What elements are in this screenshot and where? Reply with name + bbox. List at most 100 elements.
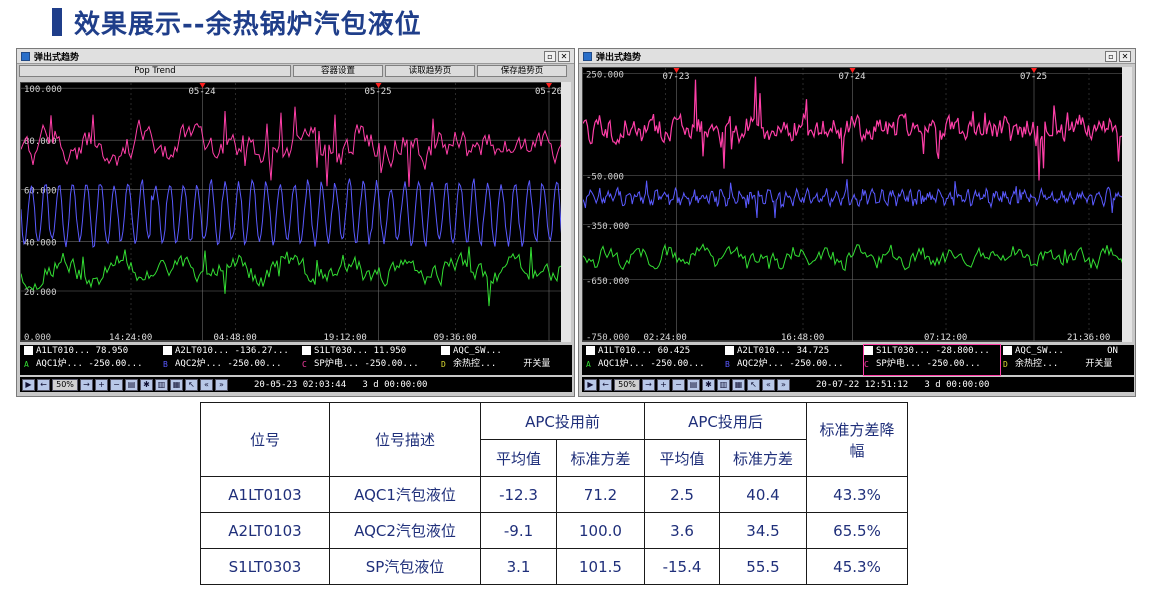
play-icon[interactable]: ▶ [22,378,35,391]
legend-letter: B [163,360,168,369]
print-icon[interactable]: ▥ [155,378,168,391]
series-line-c [21,106,569,187]
legend-tag: AQC_SW... [453,346,502,356]
table-row: A1LT0103 AQC1汽包液位 -12.3 71.2 2.5 40.4 43… [200,476,908,513]
checkbox-icon[interactable] [725,346,734,355]
legend-desc: AQC2炉... [175,359,222,369]
legend-item-b[interactable]: A2LT010... -136.27... B AQC2炉... -250.00… [163,345,299,375]
save-trend-page-button[interactable]: 保存趋势页 [477,65,567,77]
table-row: A2LT0103 AQC2汽包液位 -9.1 100.0 3.6 34.5 65… [200,512,908,549]
trend-plot-area[interactable]: 100.000 80.000 60.000 40.000 20.000 0.000 05-2… [20,82,570,342]
cell-tag: A2LT0103 [200,512,330,549]
zoom-out-icon[interactable]: − [110,378,123,391]
close-button[interactable]: ✕ [558,50,570,62]
rewind-icon[interactable]: « [762,378,775,391]
legend-desc: SP炉电... [876,359,922,369]
fast-forward-icon[interactable]: » [215,378,228,391]
rewind-icon[interactable]: « [200,378,213,391]
legend-desc: 余热控... [453,359,497,369]
header-after-mean: 平均值 [644,439,720,477]
legend-letter: D [1003,360,1008,369]
slide-title-text: 效果展示--余热锅炉汽包液位 [74,9,422,40]
read-trend-page-button[interactable]: 读取趋势页 [385,65,475,77]
trend-plot-area[interactable]: 250.000 -50.000 -350.000 -650.000 -750.000 07… [582,67,1132,342]
restore-button[interactable]: ▫ [1105,50,1117,62]
play-icon[interactable]: ▶ [584,378,597,391]
header-tag: 位号 [200,402,330,477]
document-icon[interactable]: ▤ [687,378,700,391]
cell-before-mean: 3.1 [480,548,557,585]
trend-legend: A1LT010... 78.950 A AQC1炉... -250.00... … [20,345,572,375]
trend-toolbar: Pop Trend 容器设置 读取趋势页 保存趋势页 [17,64,574,78]
zoom-in-icon[interactable]: + [657,378,670,391]
zoom-select[interactable]: 50% [52,378,78,391]
checkbox-icon[interactable] [441,346,450,355]
pop-trend-button[interactable]: Pop Trend [19,65,291,77]
cell-before-mean: -9.1 [480,512,557,549]
checkbox-icon[interactable] [24,346,33,355]
header-before-mean: 平均值 [480,439,557,477]
legend-item-b[interactable]: A2LT010... 34.725 B AQC2炉... -250.00... [725,345,861,375]
settings-icon[interactable]: ✱ [702,378,715,391]
zoom-out-icon[interactable]: − [672,378,685,391]
checkbox-icon[interactable] [864,346,873,355]
legend-letter: A [586,360,591,369]
legend-low: 开关量 [523,359,551,369]
date-tick-label: 07-23 [663,72,690,82]
cursor-icon[interactable]: ↖ [747,378,760,391]
legend-item-d[interactable]: AQC_SW... D 余热控... 开关量 [441,345,571,375]
time-tick-label: 04:48:00 [214,333,257,342]
export-icon[interactable]: ▦ [732,378,745,391]
y-tick-label: -750.000 [586,333,629,342]
settings-icon[interactable]: ✱ [140,378,153,391]
trend-window-left[interactable]: 弹出式趋势 ▫ ✕ Pop Trend 容器设置 读取趋势页 保存趋势页 100… [16,48,575,397]
legend-letter: C [302,360,307,369]
trend-span: 3 d 00:00:00 [924,379,990,390]
back-arrow-icon[interactable]: ← [599,378,612,391]
trend-span: 3 d 00:00:00 [362,379,428,390]
window-titlebar[interactable]: 弹出式趋势 ▫ ✕ [17,49,574,64]
legend-item-a[interactable]: A1LT010... 60.425 A AQC1炉... -250.00... [586,345,722,375]
cell-after-std: 40.4 [719,476,807,513]
legend-item-d[interactable]: AQC_SW... ON D 余热控... 开关量 [1003,345,1133,375]
forward-arrow-icon[interactable]: → [642,378,655,391]
cell-before-std: 100.0 [556,512,645,549]
fast-forward-icon[interactable]: » [777,378,790,391]
legend-item-a[interactable]: A1LT010... 78.950 A AQC1炉... -250.00... [24,345,160,375]
cell-desc: AQC1汽包液位 [329,476,481,513]
legend-item-c[interactable]: S1LT030... -28.800... C SP炉电... -250.00.… [863,344,1001,376]
checkbox-icon[interactable] [302,346,311,355]
header-after: APC投用后 [644,402,807,440]
container-settings-button[interactable]: 容器设置 [293,65,383,77]
checkbox-icon[interactable] [586,346,595,355]
back-arrow-icon[interactable]: ← [37,378,50,391]
checkbox-icon[interactable] [163,346,172,355]
legend-low: -250.00... [926,359,981,369]
date-tick-label: 05-24 [189,87,216,97]
legend-desc: AQC1炉... [36,359,83,369]
legend-low: -250.00... [227,359,282,369]
cursor-icon[interactable]: ↖ [185,378,198,391]
trend-window-right[interactable]: 弹出式趋势 ▫ ✕ 250.000 -50.000 -350.000 -650.000… [578,48,1136,397]
forward-arrow-icon[interactable]: → [80,378,93,391]
zoom-select[interactable]: 50% [614,378,640,391]
legend-value: 34.725 [796,346,830,356]
legend-value: -136.27... [234,346,289,356]
legend-value: 11.950 [373,346,407,356]
vertical-scrollbar[interactable] [561,82,571,342]
date-tick-label: 07-25 [1020,72,1047,82]
zoom-in-icon[interactable]: + [95,378,108,391]
checkbox-icon[interactable] [1003,346,1012,355]
cell-before-mean: -12.3 [480,476,557,513]
header-before-std: 标准方差 [556,439,645,477]
close-button[interactable]: ✕ [1119,50,1131,62]
document-icon[interactable]: ▤ [125,378,138,391]
window-titlebar[interactable]: 弹出式趋势 ▫ ✕ [579,49,1135,64]
legend-item-c[interactable]: S1LT030... 11.950 C SP炉电... -250.00... [302,345,438,375]
vertical-scrollbar[interactable] [1122,67,1132,342]
print-icon[interactable]: ▥ [717,378,730,391]
legend-letter: A [24,360,29,369]
export-icon[interactable]: ▦ [170,378,183,391]
legend-tag: AQC_SW... [1015,346,1064,356]
restore-button[interactable]: ▫ [544,50,556,62]
